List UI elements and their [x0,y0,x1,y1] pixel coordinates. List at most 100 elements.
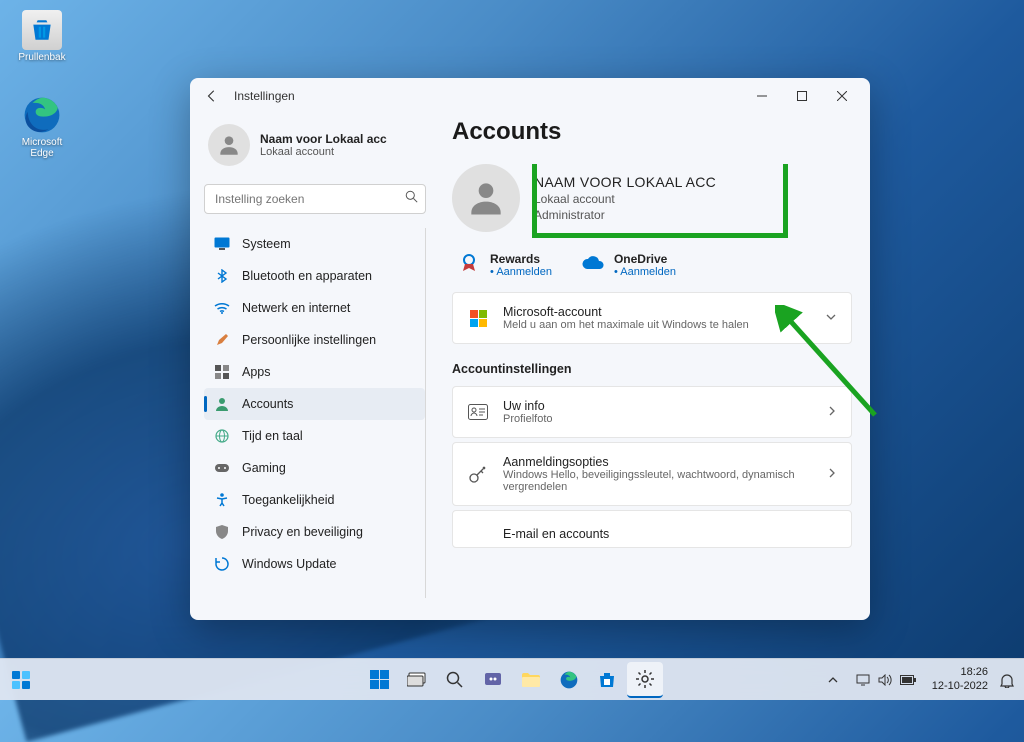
microsoft-icon [467,307,489,329]
nav-label: Privacy en beveiliging [242,525,363,539]
card-title: Aanmeldingsopties [503,455,813,469]
card-sub: Profielfoto [503,413,813,425]
desktop-icon-recycle-bin[interactable]: Prullenbak [12,10,72,63]
chevron-right-icon [827,467,837,482]
card-title: E-mail en accounts [503,527,837,541]
brush-icon [214,332,230,348]
apps-icon [214,364,230,380]
window-title: Instellingen [234,89,295,103]
nav-windows-update[interactable]: Windows Update [204,548,425,580]
content-area: Accounts NAAM VOOR LOKAAL ACC Lokaal acc… [440,114,870,620]
nav-label: Apps [242,365,271,379]
nav-gaming[interactable]: Gaming [204,452,425,484]
system-tray[interactable] [848,673,924,687]
titlebar: Instellingen [190,78,870,114]
search-button[interactable] [437,662,473,698]
wifi-icon [214,300,230,316]
nav-label: Persoonlijke instellingen [242,333,376,347]
nav-label: Windows Update [242,557,337,571]
sidebar-user-sub: Lokaal account [260,146,387,158]
shortcut-sub: Aanmelden [614,266,676,278]
nav-system[interactable]: Systeem [204,228,425,260]
nav-time-language[interactable]: Tijd en taal [204,420,425,452]
system-icon [214,236,230,252]
avatar-large-icon [452,164,520,232]
sidebar-user[interactable]: Naam voor Lokaal acc Lokaal account [204,114,426,184]
nav-label: Accounts [242,397,293,411]
nav-label: Systeem [242,237,291,251]
person-icon [214,396,230,412]
desktop-icon-label: Prullenbak [12,52,72,63]
notifications-button[interactable] [996,669,1018,691]
card-microsoft-account[interactable]: Microsoft-account Meld u aan om het maxi… [452,292,852,344]
display-icon [856,673,870,687]
avatar-icon [208,124,250,166]
close-button[interactable] [822,80,862,112]
section-heading: Accountinstellingen [452,362,852,376]
volume-icon [878,674,892,686]
nav-label: Netwerk en internet [242,301,350,315]
nav-accounts[interactable]: Accounts [204,388,425,420]
globe-icon [214,428,230,444]
desktop-icon-label: Microsoft Edge [12,137,72,159]
sidebar: Naam voor Lokaal acc Lokaal account Syst… [190,114,440,620]
account-type: Lokaal account [534,192,716,206]
shortcut-rewards[interactable]: Rewards Aanmelden [458,252,552,278]
nav-label: Toegankelijkheid [242,493,334,507]
bluetooth-icon [214,268,230,284]
gamepad-icon [214,460,230,476]
minimize-button[interactable] [742,80,782,112]
account-role: Administrator [534,208,716,222]
store-button[interactable] [589,662,625,698]
clock[interactable]: 18:26 12-10-2022 [926,666,994,692]
nav-list: Systeem Bluetooth en apparaten Netwerk e… [204,228,426,598]
explorer-button[interactable] [513,662,549,698]
recycle-bin-icon [22,10,62,50]
shortcut-title: Rewards [490,252,552,266]
maximize-button[interactable] [782,80,822,112]
sidebar-user-name: Naam voor Lokaal acc [260,132,387,146]
edge-button[interactable] [551,662,587,698]
rewards-icon [458,252,480,274]
card-signin-options[interactable]: Aanmeldingsopties Windows Hello, beveili… [452,442,852,506]
card-sub: Windows Hello, beveiligingssleutel, wach… [503,469,813,493]
settings-button[interactable] [627,662,663,698]
shortcut-title: OneDrive [614,252,676,266]
accessibility-icon [214,492,230,508]
key-icon [467,463,489,485]
nav-accessibility[interactable]: Toegankelijkheid [204,484,425,516]
card-your-info[interactable]: Uw info Profielfoto [452,386,852,438]
card-title: Microsoft-account [503,305,811,319]
taskbar: 18:26 12-10-2022 [0,658,1024,700]
nav-bluetooth[interactable]: Bluetooth en apparaten [204,260,425,292]
page-title: Accounts [452,118,852,146]
update-icon [214,556,230,572]
battery-icon [900,675,916,685]
account-name: NAAM VOOR LOKAAL ACC [534,174,716,190]
shield-icon [214,524,230,540]
nav-network[interactable]: Netwerk en internet [204,292,425,324]
desktop-icon-edge[interactable]: Microsoft Edge [12,95,72,159]
shortcut-sub: Aanmelden [490,266,552,278]
chevron-right-icon [827,405,837,420]
widgets-button[interactable] [4,663,38,697]
start-button[interactable] [361,662,397,698]
search-icon [405,190,418,206]
chat-button[interactable] [475,662,511,698]
nav-personalization[interactable]: Persoonlijke instellingen [204,324,425,356]
card-title: Uw info [503,399,813,413]
id-icon [467,401,489,423]
search-box [204,184,426,214]
back-button[interactable] [198,82,226,110]
nav-apps[interactable]: Apps [204,356,425,388]
search-input[interactable] [204,184,426,214]
nav-privacy[interactable]: Privacy en beveiliging [204,516,425,548]
settings-window: Instellingen Naam voor Lokaal acc Lokaal… [190,78,870,620]
shortcut-onedrive[interactable]: OneDrive Aanmelden [582,252,676,278]
nav-label: Tijd en taal [242,429,303,443]
chevron-up-icon [828,676,838,684]
tray-expand[interactable] [820,676,846,684]
taskview-button[interactable] [399,662,435,698]
mail-icon [467,523,489,545]
card-email-accounts[interactable]: E-mail en accounts [452,510,852,548]
